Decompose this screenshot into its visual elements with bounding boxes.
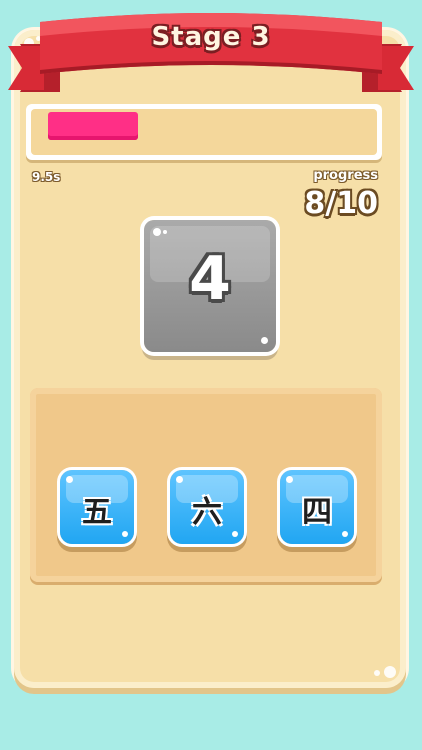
answer-label: 四 xyxy=(302,495,332,530)
answer-label: 六 xyxy=(192,495,222,530)
title-ribbon xyxy=(8,13,414,92)
card-corner-bubble xyxy=(374,670,380,676)
answer-button-3[interactable]: 四 xyxy=(280,470,354,544)
button-bubble xyxy=(286,476,293,483)
answer-button-2[interactable]: 六 xyxy=(170,470,244,544)
question-number: 4 xyxy=(189,244,231,314)
progress-value: 8/10 xyxy=(304,186,378,221)
tile-bubble xyxy=(163,230,167,234)
answer-button-1[interactable]: 五 xyxy=(60,470,134,544)
button-bubble xyxy=(122,531,128,537)
progress-label: progress xyxy=(313,168,378,183)
question-tile: 4 xyxy=(144,220,276,352)
button-bubble xyxy=(66,476,73,483)
answer-label: 五 xyxy=(82,495,112,530)
tile-bubble xyxy=(261,337,268,344)
stage-title: Stage 3 xyxy=(151,22,271,52)
button-bubble xyxy=(342,531,348,537)
timer-bar-fill xyxy=(48,112,138,140)
time-remaining: 9.5s xyxy=(32,170,61,184)
timer-bar xyxy=(26,104,382,160)
tile-bubble xyxy=(153,228,161,236)
button-bubble xyxy=(176,476,183,483)
button-bubble xyxy=(232,531,238,537)
card-corner-bubble xyxy=(384,666,396,678)
